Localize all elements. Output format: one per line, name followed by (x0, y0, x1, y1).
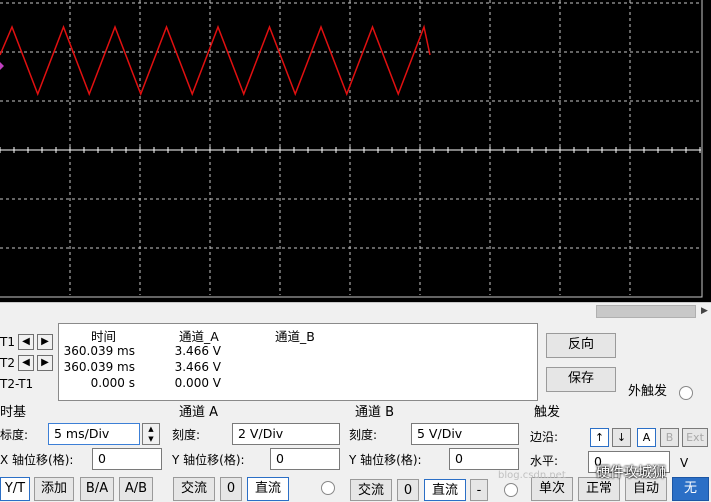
horizontal-scrollbar[interactable] (596, 305, 696, 318)
t1-left-arrow-icon[interactable]: ◀ (18, 334, 34, 350)
waveform-trace (0, 24, 431, 97)
trigger-source-a-button[interactable]: A (637, 428, 656, 447)
spin-down-icon[interactable]: ▼ (143, 434, 159, 444)
scope-display (0, 0, 703, 298)
save-button[interactable]: 保存 (546, 367, 616, 392)
readout-header-channel-b: 通道_B (275, 329, 315, 344)
channel-b-y-offset-label: Y 轴位移(格): (349, 453, 422, 467)
channel-a-title: 通道 A (179, 405, 219, 420)
trigger-level-label: 水平: (530, 454, 559, 468)
spin-up-icon[interactable]: ▲ (143, 424, 159, 434)
mode-b-over-a-button[interactable]: B/A (80, 477, 114, 501)
timebase-scale-field[interactable]: 5 ms/Div (48, 423, 140, 445)
channel-a-scale-label: 刻度: (172, 428, 201, 442)
channel-b-scale-field[interactable]: 5 V/Div (411, 423, 519, 445)
readout-row2-time: 360.039 ms (63, 360, 135, 374)
t2-t1-label: T2-T1 (0, 377, 34, 391)
channel-a-zero-button[interactable]: 0 (220, 477, 242, 501)
oscilloscope-screen (0, 0, 711, 303)
channel-a-radio[interactable] (321, 481, 335, 495)
trigger-source-b-button[interactable]: B (660, 428, 679, 447)
channel-a-scale-field[interactable]: 2 V/Div (232, 423, 340, 445)
trace-marker-icon (0, 62, 4, 70)
channel-b-dc-button[interactable]: 直流 (424, 479, 466, 501)
trigger-level-unit: V (680, 456, 689, 470)
channel-a-y-offset-field[interactable]: 0 (270, 448, 340, 470)
mode-yt-button[interactable]: Y/T (0, 477, 30, 501)
channel-b-title: 通道 B (355, 405, 395, 420)
channel-b-ac-button[interactable]: 交流 (350, 479, 392, 501)
t1-right-arrow-icon[interactable]: ▶ (37, 334, 53, 350)
trigger-edge-label: 边沿: (530, 430, 559, 444)
watermark-text: 硬件攻城狮 (596, 465, 666, 481)
watermark-url: blog.csdn.net (498, 470, 566, 481)
timebase-x-offset-field[interactable]: 0 (92, 448, 162, 470)
channel-b-y-offset-field[interactable]: 0 (449, 448, 519, 470)
readout-row3-channel-a: 0.000 V (174, 376, 221, 390)
timebase-title: 时基 (0, 405, 27, 420)
channel-b-scale-label: 刻度: (349, 428, 378, 442)
channel-a-ac-button[interactable]: 交流 (173, 477, 215, 501)
measurement-readout: 时间 通道_A 通道_B 360.039 ms 3.466 V 360.039 … (58, 323, 538, 401)
t1-label: T1 (0, 335, 15, 349)
channel-b-zero-button[interactable]: 0 (397, 479, 419, 501)
readout-header-time: 时间 (91, 329, 117, 344)
trigger-source-ext-button[interactable]: Ext (682, 428, 708, 447)
mode-a-over-b-button[interactable]: A/B (119, 477, 153, 501)
channel-a-y-offset-label: Y 轴位移(格): (172, 453, 245, 467)
rising-edge-icon[interactable]: ↑ (590, 428, 609, 447)
external-trigger-radio[interactable] (679, 386, 693, 400)
timebase-x-offset-label: X 轴位移(格): (0, 453, 74, 467)
falling-edge-icon[interactable]: ↓ (612, 428, 631, 447)
reverse-button[interactable]: 反向 (546, 333, 616, 358)
t2-right-arrow-icon[interactable]: ▶ (37, 355, 53, 371)
timebase-scale-label: 标度: (0, 428, 29, 442)
channel-b-invert-button[interactable]: - (470, 479, 488, 501)
readout-row1-time: 360.039 ms (63, 344, 135, 358)
t2-left-arrow-icon[interactable]: ◀ (18, 355, 34, 371)
scope-frame (0, 0, 703, 298)
external-trigger-label: 外触发 (628, 384, 668, 399)
timebase-spinner[interactable]: ▲ ▼ (142, 423, 160, 445)
channel-a-dc-button[interactable]: 直流 (247, 477, 289, 501)
scroll-right-icon[interactable]: ▶ (698, 305, 711, 318)
readout-row3-time: 0.000 s (90, 376, 135, 390)
readout-row2-channel-a: 3.466 V (174, 360, 221, 374)
readout-row1-channel-a: 3.466 V (174, 344, 221, 358)
trigger-title: 触发 (534, 405, 561, 420)
mode-add-button[interactable]: 添加 (34, 477, 74, 501)
t2-label: T2 (0, 356, 15, 370)
trigger-none-button[interactable]: 无 (672, 477, 709, 501)
readout-header-channel-a: 通道_A (179, 329, 219, 344)
channel-b-radio[interactable] (504, 483, 518, 497)
